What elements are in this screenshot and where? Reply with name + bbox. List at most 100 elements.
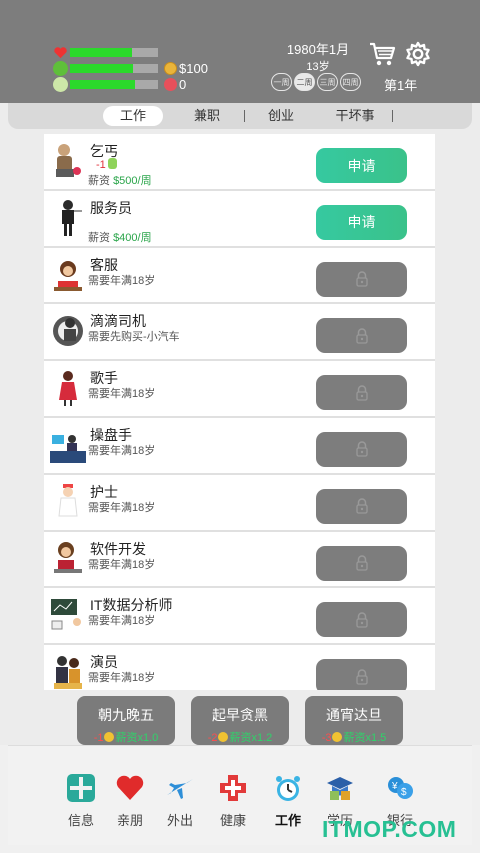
nav-family[interactable]: 亲朋 — [110, 773, 150, 829]
tab-divider — [244, 110, 245, 122]
lock-icon — [355, 271, 368, 287]
current-date: 1980年1月 — [286, 42, 350, 57]
trader-avatar-icon — [50, 434, 86, 463]
reputation-icon — [164, 78, 177, 91]
locked-button[interactable] — [316, 261, 407, 297]
locked-button[interactable] — [316, 602, 407, 638]
tab-divider — [392, 110, 393, 122]
salary-label: 薪资 — [88, 175, 110, 187]
brain-icon — [53, 77, 68, 92]
nav-label: 亲朋 — [116, 813, 143, 828]
week-2: 二周 — [294, 73, 315, 91]
work-style-effect: -3 薪资x1.5 — [305, 729, 403, 745]
job-list[interactable]: 乞丐 -1 薪资 $500/周 申请 服务员 薪资 $400/周 申请 客服 需… — [44, 134, 435, 690]
work-style-all-night[interactable]: 通宵达旦 -3 薪资x1.5 — [305, 696, 403, 745]
job-row-nurse: 护士 需要年满18岁 — [44, 474, 435, 532]
nav-label: 健康 — [219, 813, 246, 828]
week-indicator: 一周 二周 三周 四周 — [271, 73, 361, 91]
tab-startup[interactable]: 创业 — [251, 106, 311, 126]
nurse-avatar-icon — [58, 483, 78, 517]
locked-button[interactable] — [316, 659, 407, 690]
info-icon — [67, 774, 95, 802]
wisdom-stat: 0 — [53, 77, 186, 92]
driver-avatar-icon — [53, 316, 83, 347]
work-style-nine-to-five[interactable]: 朝九晚五 -1 薪资x1.0 — [77, 696, 175, 745]
coin-icon — [164, 62, 177, 75]
settings-gear-icon[interactable] — [404, 40, 432, 68]
nav-outing[interactable]: 外出 — [160, 773, 200, 829]
current-age: 13岁 — [306, 61, 330, 73]
salary-multiplier: 薪资x1.0 — [115, 732, 159, 744]
smiley-icon — [332, 732, 343, 742]
work-style-options: 朝九晚五 -1 薪资x1.0 起早贪黑 -2 薪资x1.2 通宵达旦 -3 薪资x1.… — [77, 696, 403, 745]
tab-bad-deeds[interactable]: 干坏事 — [325, 106, 393, 126]
beggar-avatar-icon — [56, 144, 81, 177]
job-name: 服务员 — [90, 199, 132, 216]
salary-value: $500/周 — [113, 175, 152, 187]
mood-cost-value: -3 — [321, 732, 332, 744]
lock-icon — [355, 384, 368, 401]
tab-part-time[interactable]: 兼职 — [177, 106, 245, 126]
health-bar-fill — [70, 48, 132, 57]
job-requirement: 需要年满18岁 — [88, 501, 156, 514]
heart-icon — [53, 45, 68, 60]
job-row-waiter: 服务员 薪资 $400/周 申请 — [44, 190, 435, 248]
shop-cart-icon[interactable] — [368, 40, 396, 68]
work-style-title: 朝九晚五 — [98, 707, 154, 723]
medical-cross-icon — [220, 775, 246, 801]
work-style-effect: -2 薪资x1.2 — [191, 729, 289, 745]
smiley-icon — [218, 732, 229, 742]
salary-label: 薪资 — [88, 231, 110, 244]
apply-button[interactable]: 申请 — [316, 148, 407, 183]
bank-icon: ¥$ — [388, 777, 413, 799]
plane-icon — [167, 779, 193, 799]
job-mood-cost: -1 — [96, 158, 117, 171]
work-style-early-late[interactable]: 起早贪黑 -2 薪资x1.2 — [191, 696, 289, 745]
job-requirement: 需要年满18岁 — [88, 274, 156, 287]
salary-value: $400/周 — [113, 231, 152, 244]
job-row-actor: 演员 需要年满18岁 — [44, 645, 435, 690]
mood-stat: $100 — [53, 61, 208, 76]
tab-bad-deeds-label: 干坏事 — [335, 108, 375, 123]
job-salary: 薪资 $400/周 — [88, 229, 152, 245]
mood-cost-value: -1 — [96, 159, 106, 171]
mood-drop-icon — [107, 158, 117, 169]
job-row-data-analyst: IT数据分析师 需要年满18岁 — [44, 588, 435, 646]
lock-icon — [355, 498, 368, 514]
locked-button[interactable] — [316, 488, 407, 524]
mood-bar — [70, 64, 158, 73]
wisdom-bar-fill — [70, 80, 136, 89]
work-style-title: 起早贪黑 — [212, 707, 268, 723]
alarm-clock-icon — [276, 776, 300, 801]
status-header: $100 0 1980年1月 13岁 一周 二周 三周 四周 第1年 — [0, 0, 480, 103]
job-row-singer: 歌手 需要年满18岁 — [44, 361, 435, 418]
mood-face-icon — [53, 61, 68, 76]
week-4: 四周 — [340, 73, 361, 91]
nav-info[interactable]: 信息 — [61, 773, 101, 829]
locked-button[interactable] — [316, 431, 407, 467]
week-3: 三周 — [317, 73, 338, 91]
nav-work[interactable]: 工作 — [268, 773, 308, 829]
job-salary: 薪资 $500/周 — [88, 172, 152, 188]
reputation-value: 0 — [179, 77, 187, 92]
apply-button[interactable]: 申请 — [316, 204, 407, 240]
locked-button[interactable] — [316, 318, 407, 354]
locked-button[interactable] — [316, 375, 407, 411]
nav-label: 外出 — [166, 813, 193, 828]
watermark-text: ITMOP.COM — [322, 816, 457, 842]
waiter-avatar-icon — [62, 199, 82, 236]
mood-bar-fill — [70, 64, 134, 73]
locked-button[interactable] — [316, 545, 407, 581]
nav-health[interactable]: 健康 — [213, 773, 253, 829]
svg-text:¥: ¥ — [391, 781, 398, 792]
lock-icon — [355, 555, 368, 571]
job-requirement: 需要先购买-小汽车 — [88, 331, 180, 344]
tab-work[interactable]: 工作 — [103, 106, 163, 126]
work-style-effect: -1 薪资x1.0 — [77, 729, 175, 745]
analyst-avatar-icon — [51, 599, 81, 630]
customer-service-avatar-icon — [54, 260, 82, 291]
actor-avatar-icon — [54, 656, 82, 690]
money-value: $100 — [179, 61, 208, 76]
tab-startup-label: 创业 — [267, 108, 294, 123]
week-1: 一周 — [271, 73, 292, 91]
